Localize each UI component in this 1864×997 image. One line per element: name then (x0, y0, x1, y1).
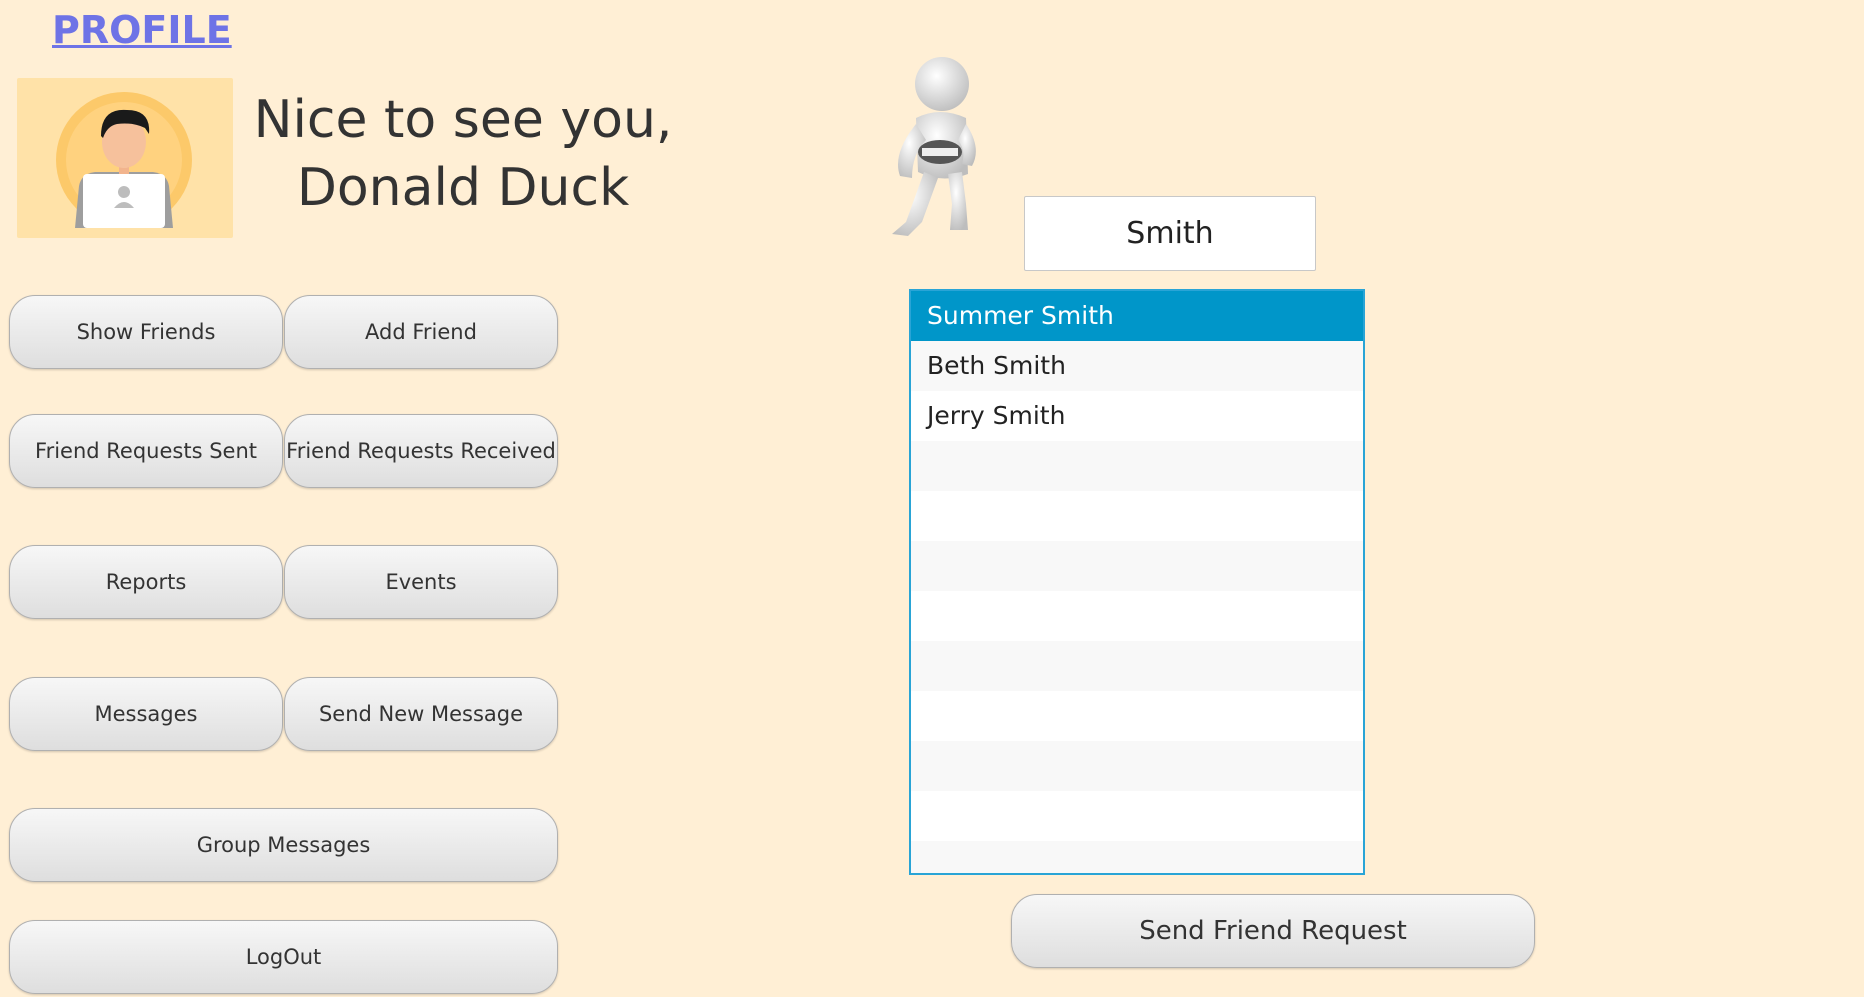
group-messages-button[interactable]: Group Messages (9, 808, 558, 882)
empty-list-row (911, 741, 1363, 791)
avatar (17, 78, 233, 238)
friend-requests-received-button[interactable]: Friend Requests Received (284, 414, 558, 488)
empty-list-row (911, 491, 1363, 541)
events-button[interactable]: Events (284, 545, 558, 619)
empty-list-row (911, 691, 1363, 741)
show-friends-button[interactable]: Show Friends (9, 295, 283, 369)
empty-list-row (911, 791, 1363, 841)
list-item[interactable]: Jerry Smith (911, 391, 1363, 441)
send-new-message-button[interactable]: Send New Message (284, 677, 558, 751)
search-results-list[interactable]: Summer Smith Beth Smith Jerry Smith (909, 289, 1365, 875)
logout-button[interactable]: LogOut (9, 920, 558, 994)
add-friend-button[interactable]: Add Friend (284, 295, 558, 369)
greeting-user-name: Donald Duck (296, 158, 630, 218)
figure-illustration (882, 54, 992, 236)
empty-list-row (911, 641, 1363, 691)
reports-button[interactable]: Reports (9, 545, 283, 619)
send-friend-request-button[interactable]: Send Friend Request (1011, 894, 1535, 968)
empty-list-row (911, 591, 1363, 641)
greeting-line-1: Nice to see you, (253, 90, 673, 150)
empty-list-row (911, 441, 1363, 491)
greeting: Nice to see you, Donald Duck (248, 86, 678, 222)
search-input[interactable]: Smith (1024, 196, 1316, 271)
profile-link[interactable]: PROFILE (52, 8, 232, 52)
friend-requests-sent-button[interactable]: Friend Requests Sent (9, 414, 283, 488)
empty-list-row (911, 541, 1363, 591)
list-item[interactable]: Beth Smith (911, 341, 1363, 391)
messages-button[interactable]: Messages (9, 677, 283, 751)
user-avatar-icon (56, 92, 192, 228)
empty-list-row (911, 841, 1363, 873)
person-figure-icon (892, 57, 976, 236)
list-item-selected[interactable]: Summer Smith (911, 291, 1363, 341)
